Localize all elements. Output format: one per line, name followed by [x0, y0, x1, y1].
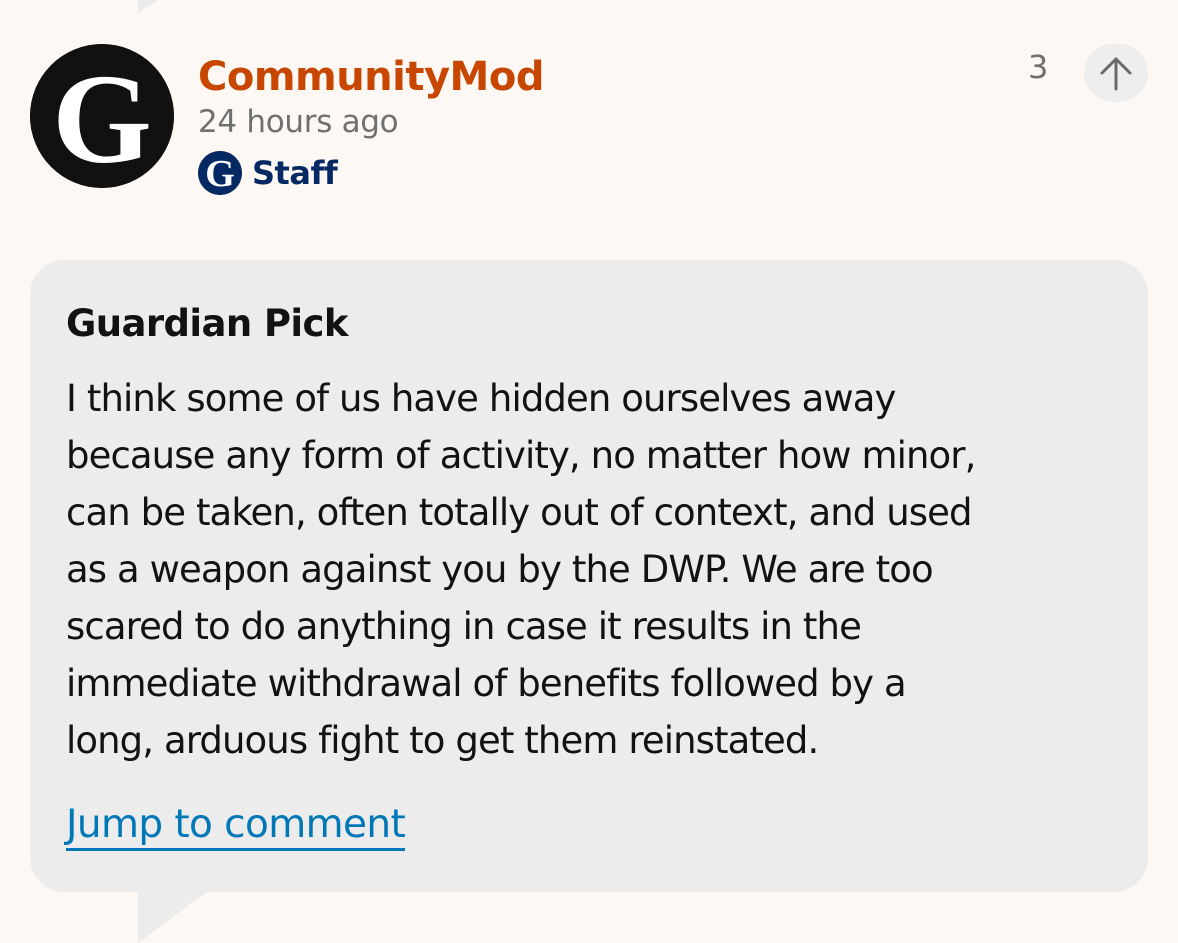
- recommend-button[interactable]: [1084, 44, 1148, 102]
- pick-card-tail: [138, 891, 208, 943]
- comment-text-line: long, arduous fight to get them reinstat…: [66, 719, 819, 762]
- guardian-g-logo-icon: G: [30, 44, 174, 188]
- staff-badge: G Staff: [198, 150, 338, 196]
- comment-text-line: as a weapon against you by the DWP. We a…: [66, 548, 934, 591]
- comment-text-line: because any form of activity, no matter …: [66, 434, 976, 477]
- comment-text-line: scared to do anything in case it results…: [66, 605, 862, 648]
- recommend-count: 3: [1028, 48, 1049, 86]
- pick-comment-text: I think some of us have hidden ourselves…: [66, 370, 1136, 769]
- comment-timestamp: 24 hours ago: [198, 104, 399, 140]
- username-link[interactable]: CommunityMod: [198, 54, 544, 100]
- jump-to-comment-link[interactable]: Jump to comment: [66, 802, 406, 851]
- comment-text-line: I think some of us have hidden ourselves…: [66, 377, 896, 420]
- pick-heading: Guardian Pick: [66, 302, 348, 345]
- svg-text:G: G: [205, 153, 235, 195]
- arrow-up-icon: [1100, 57, 1132, 91]
- guardian-staff-icon: G: [198, 151, 242, 195]
- svg-text:G: G: [52, 48, 152, 188]
- comment-text-line: immediate withdrawal of benefits followe…: [66, 662, 907, 705]
- guardian-pick-card: Guardian Pick I think some of us have hi…: [30, 260, 1148, 892]
- staff-label: Staff: [252, 154, 338, 192]
- previous-card-tail: [138, 0, 158, 14]
- avatar[interactable]: G: [30, 44, 174, 188]
- comment-text-line: can be taken, often totally out of conte…: [66, 491, 973, 534]
